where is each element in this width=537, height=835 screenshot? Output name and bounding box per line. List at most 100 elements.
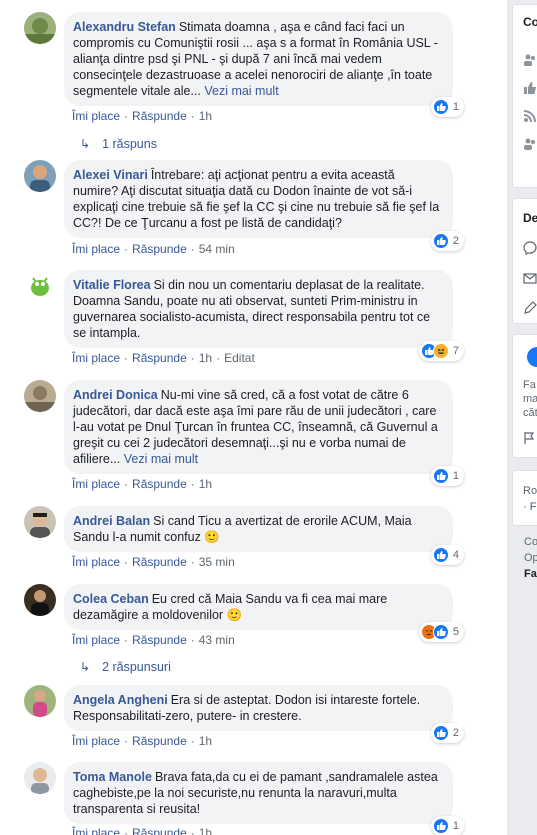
like-button[interactable]: Îmi place bbox=[72, 826, 120, 835]
comment-time[interactable]: 35 min bbox=[199, 555, 235, 569]
like-reaction-icon bbox=[432, 818, 449, 834]
reply-button[interactable]: Răspunde bbox=[132, 826, 187, 835]
comment-author[interactable]: Alexei Vinari bbox=[73, 168, 148, 182]
comment-actions: Îmi place · Răspunde · 1h bbox=[72, 826, 212, 835]
sidebar-card-title: De bbox=[523, 211, 537, 225]
reply-button[interactable]: Răspunde bbox=[132, 477, 187, 491]
sidebar-card-text: ma bbox=[523, 393, 537, 405]
comment-actions: Îmi place · Răspunde · 1h bbox=[72, 477, 213, 491]
comment-time[interactable]: 54 min bbox=[199, 242, 235, 256]
comment-author[interactable]: Vitalie Florea bbox=[73, 278, 151, 292]
like-button[interactable]: Îmi place bbox=[72, 242, 120, 256]
like-reaction-icon bbox=[432, 99, 449, 115]
reaction-count: 1 bbox=[452, 470, 459, 482]
comment-time[interactable]: 1h bbox=[199, 351, 212, 365]
footer-text[interactable]: Co bbox=[524, 536, 537, 548]
comment-author[interactable]: Andrei Donica bbox=[73, 388, 158, 402]
reaction-count: 1 bbox=[452, 820, 459, 832]
comment-author[interactable]: Alexandru Stefan bbox=[73, 20, 176, 34]
people-icon bbox=[524, 138, 535, 150]
comment-time[interactable]: 43 min bbox=[199, 633, 235, 647]
reaction-summary[interactable]: 4 bbox=[430, 545, 464, 565]
like-reaction-icon bbox=[432, 468, 449, 484]
view-replies-link[interactable]: ↳ 1 răspuns bbox=[80, 137, 157, 151]
messenger-icon bbox=[523, 241, 537, 255]
reply-button[interactable]: Răspunde bbox=[132, 633, 187, 647]
facebook-icon[interactable] bbox=[527, 347, 537, 367]
comments-feed: Alexandru Stefan Stimata doamna , aşa e c… bbox=[0, 0, 507, 835]
replies-count[interactable]: 2 răspunsuri bbox=[102, 660, 171, 674]
comment-author[interactable]: Angela Angheni bbox=[73, 693, 168, 707]
reaction-summary[interactable]: 2 bbox=[430, 723, 464, 743]
sidebar-card-text: Fa bbox=[523, 379, 536, 391]
comment-author[interactable]: Toma Manole bbox=[73, 770, 152, 784]
avatar[interactable] bbox=[24, 506, 56, 538]
comment-bubble: Alexandru Stefan Stimata doamna , aşa e c… bbox=[64, 12, 453, 106]
reply-button[interactable]: Răspunde bbox=[132, 242, 187, 256]
comment-bubble: Andrei Donica Nu-mi vine să cred, că a fo… bbox=[64, 380, 453, 474]
reply-arrow-icon: ↳ bbox=[80, 660, 91, 674]
reply-button[interactable]: Răspunde bbox=[132, 734, 187, 748]
comment-time[interactable]: 1h bbox=[199, 477, 212, 491]
smile-emoji: 🙂 bbox=[204, 530, 220, 544]
like-button[interactable]: Îmi place bbox=[72, 555, 120, 569]
reply-button[interactable]: Răspunde bbox=[132, 109, 187, 123]
sidebar-card-text: căt bbox=[523, 407, 537, 419]
edited-label[interactable]: Editat bbox=[224, 351, 255, 365]
replies-count[interactable]: 1 răspuns bbox=[102, 137, 157, 151]
avatar[interactable] bbox=[24, 270, 56, 302]
avatar[interactable] bbox=[24, 762, 56, 794]
see-more-link[interactable]: Vezi mai mult bbox=[124, 452, 198, 466]
comment-actions: Îmi place · Răspunde · 43 min bbox=[72, 633, 235, 647]
avatar[interactable] bbox=[24, 160, 56, 192]
like-icon bbox=[524, 82, 536, 94]
reaction-summary[interactable]: 1 bbox=[430, 97, 464, 117]
reaction-summary[interactable]: 1 bbox=[430, 816, 464, 835]
comment-author[interactable]: Colea Ceban bbox=[73, 592, 149, 606]
comment-time[interactable]: 1h bbox=[199, 109, 212, 123]
comment-actions: Îmi place · Răspunde · 1h · Editat bbox=[72, 351, 255, 365]
sidebar-card-page: Fa ma căt bbox=[512, 334, 537, 458]
view-replies-link[interactable]: ↳ 2 răspunsuri bbox=[80, 660, 171, 674]
footer-text[interactable]: Fa bbox=[524, 568, 537, 580]
language-link[interactable]: · F bbox=[523, 501, 536, 513]
reaction-summary[interactable]: 7 bbox=[418, 341, 464, 361]
like-reaction-icon bbox=[432, 624, 449, 640]
smile-emoji: 🙂 bbox=[226, 608, 243, 622]
like-button[interactable]: Îmi place bbox=[72, 633, 120, 647]
comment-actions: Îmi place · Răspunde · 1h bbox=[72, 734, 213, 748]
reaction-summary[interactable]: 5 bbox=[418, 622, 464, 642]
language-label[interactable]: Ro bbox=[523, 485, 537, 497]
comment-bubble: Andrei Balan Si cand Ticu a avertizat de … bbox=[64, 506, 453, 552]
comment-actions: Îmi place · Răspunde · 1h bbox=[72, 109, 213, 123]
comment-author[interactable]: Andrei Balan bbox=[73, 514, 150, 528]
people-icon bbox=[524, 54, 535, 66]
reaction-summary[interactable]: 1 bbox=[430, 466, 464, 486]
sidebar-card-about: De bbox=[512, 198, 537, 324]
reaction-count: 4 bbox=[452, 549, 459, 561]
avatar[interactable] bbox=[24, 12, 56, 44]
reaction-count: 2 bbox=[452, 727, 459, 739]
like-button[interactable]: Îmi place bbox=[72, 351, 120, 365]
avatar[interactable] bbox=[24, 584, 56, 616]
reply-button[interactable]: Răspunde bbox=[132, 555, 187, 569]
sidebar-card-title: Co bbox=[523, 15, 537, 29]
avatar[interactable] bbox=[24, 380, 56, 412]
reaction-summary[interactable]: 2 bbox=[430, 231, 464, 251]
like-button[interactable]: Îmi place bbox=[72, 477, 120, 491]
right-sidebar: Co De Fa ma căt Ro · F Co Op Fa bbox=[507, 0, 537, 835]
see-more-link[interactable]: Vezi mai mult bbox=[204, 84, 278, 98]
reaction-count: 2 bbox=[452, 235, 459, 247]
reply-arrow-icon: ↳ bbox=[80, 137, 91, 151]
footer-text[interactable]: Op bbox=[524, 552, 537, 564]
reply-button[interactable]: Răspunde bbox=[132, 351, 187, 365]
flag-icon[interactable] bbox=[523, 431, 537, 445]
like-button[interactable]: Îmi place bbox=[72, 109, 120, 123]
sidebar-card-community: Co bbox=[512, 4, 537, 188]
like-reaction-icon bbox=[432, 233, 449, 249]
comment-actions: Îmi place · Răspunde · 54 min bbox=[72, 242, 235, 256]
like-button[interactable]: Îmi place bbox=[72, 734, 120, 748]
comment-time[interactable]: 1h bbox=[199, 734, 212, 748]
avatar[interactable] bbox=[24, 685, 56, 717]
comment-time[interactable]: 1h bbox=[199, 826, 212, 835]
